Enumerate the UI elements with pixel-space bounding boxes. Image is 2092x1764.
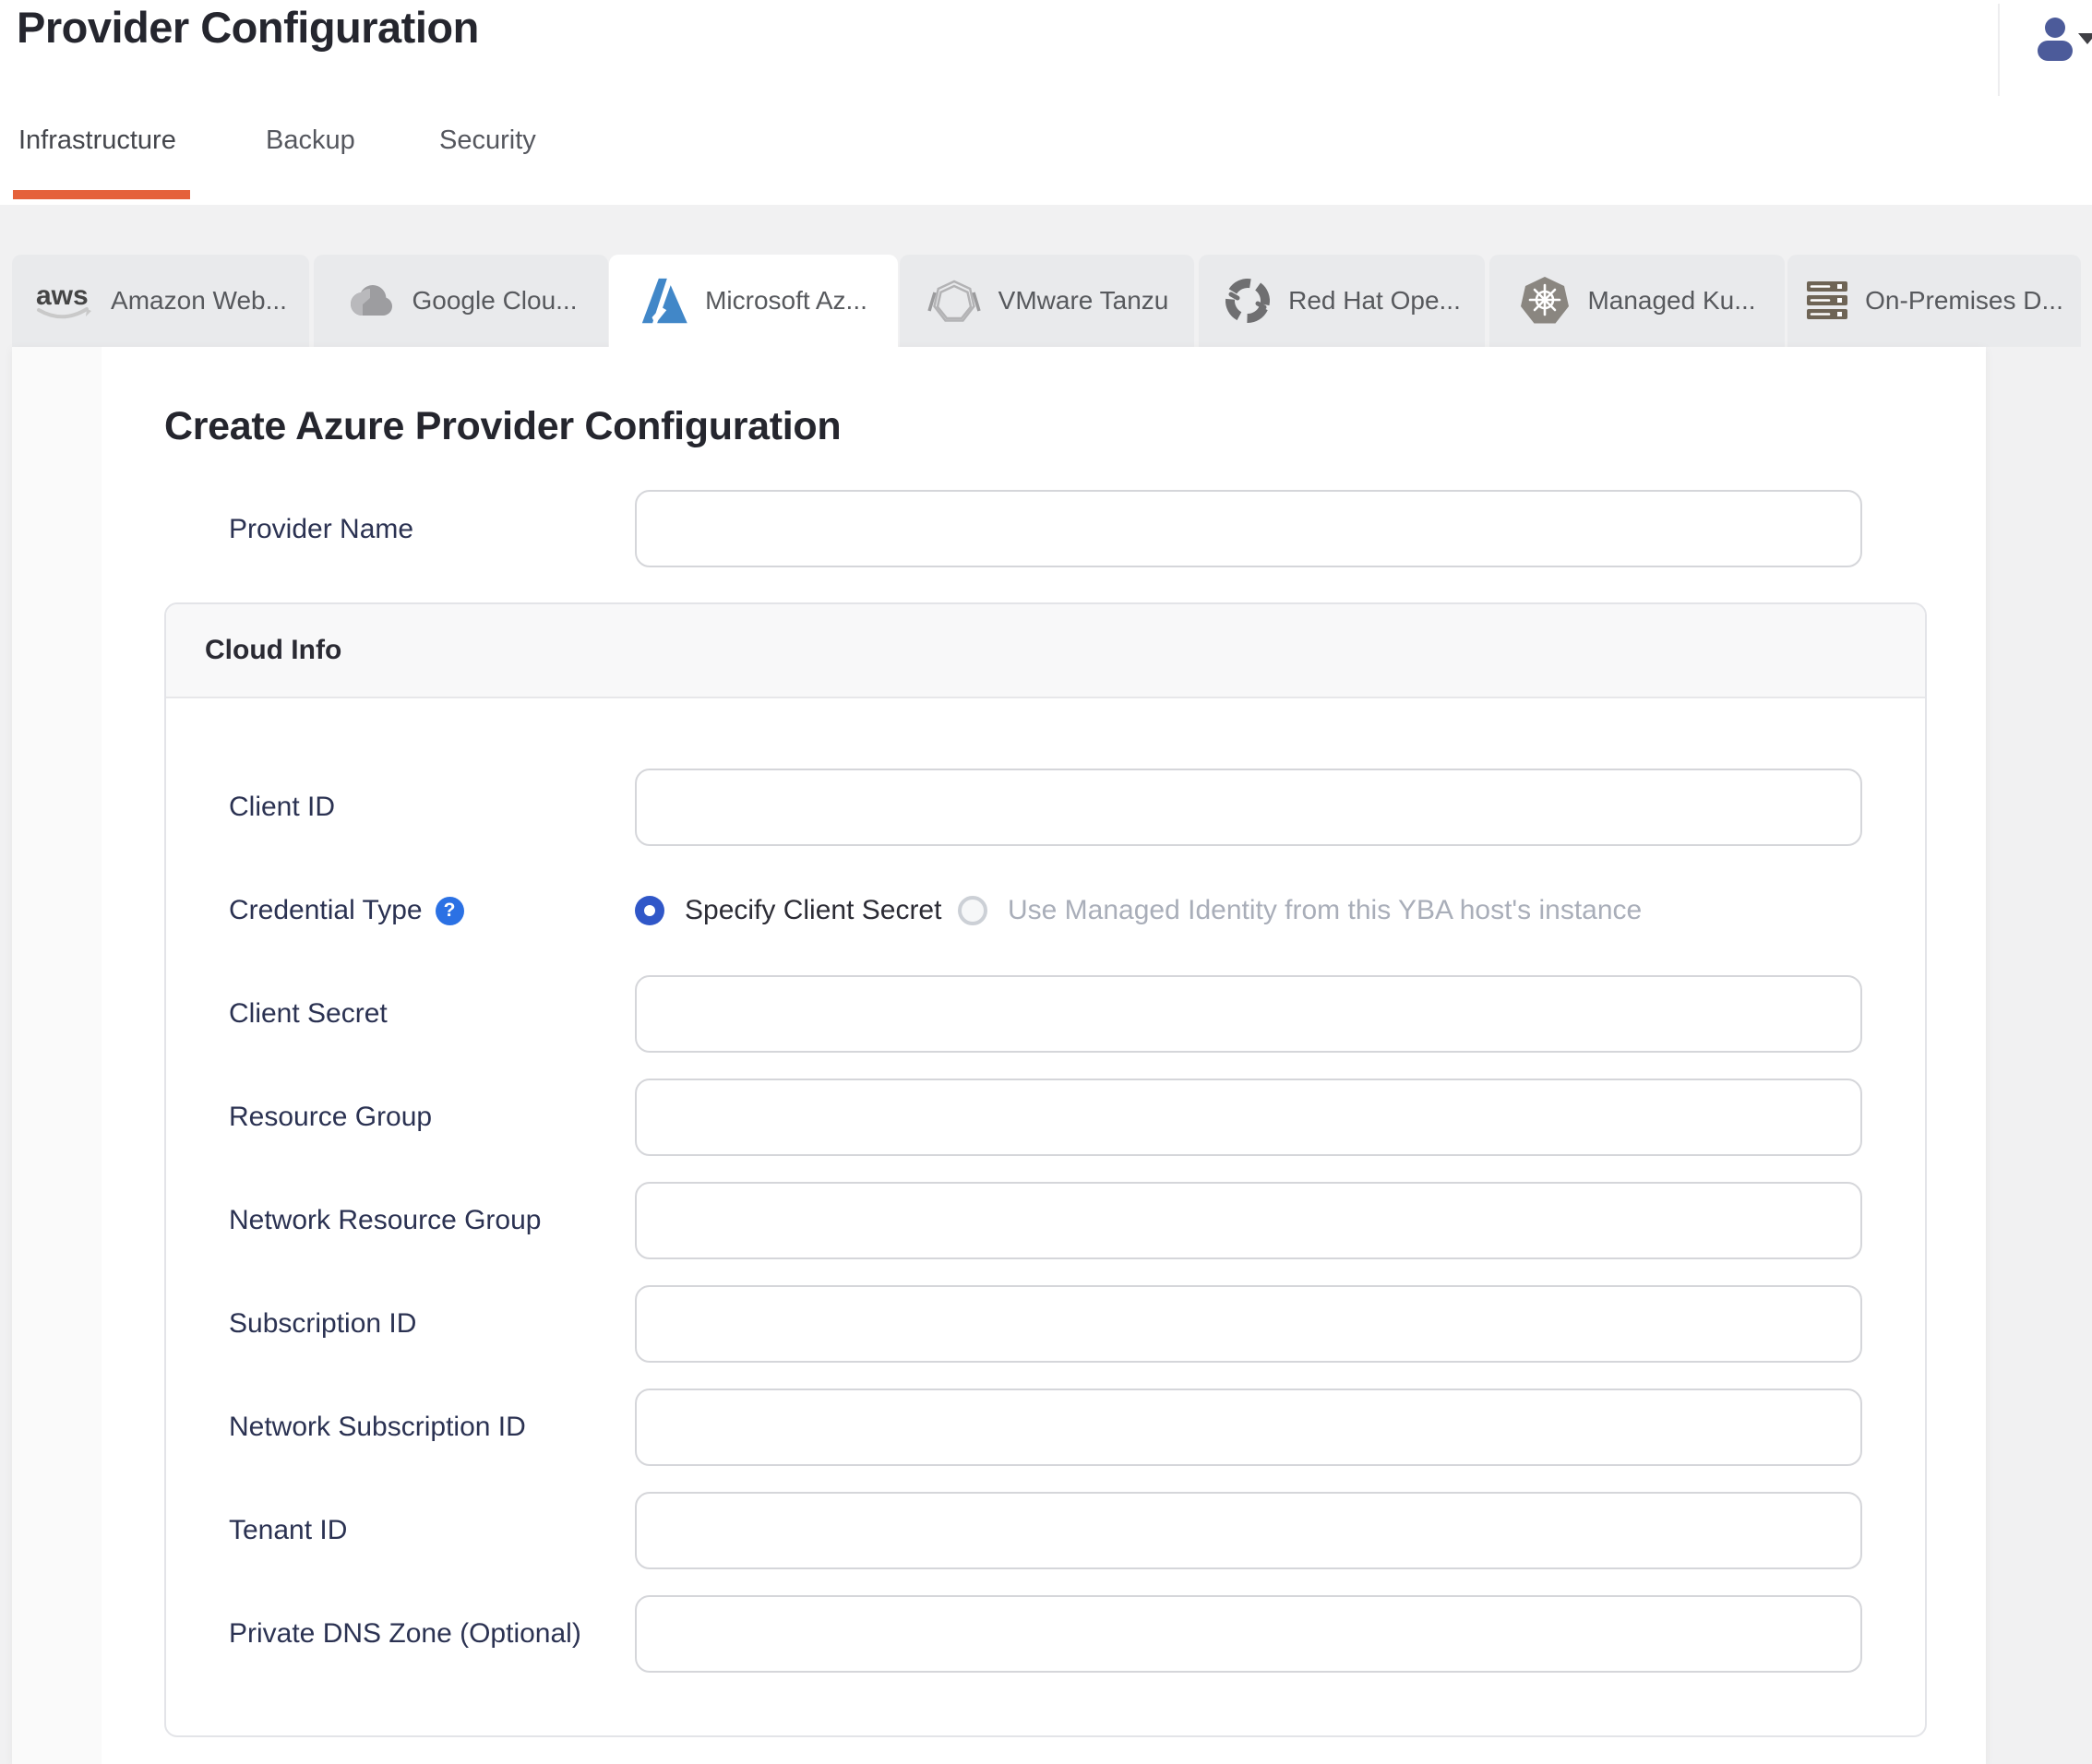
radio-label: Specify Client Secret — [685, 895, 942, 925]
aws-icon: aws — [36, 280, 92, 319]
provider-tab-on-premises[interactable]: On-Premises D... — [1787, 255, 2081, 347]
tab-backup[interactable]: Backup — [266, 125, 355, 156]
private-dns-zone-input[interactable] — [635, 1595, 1862, 1673]
subscription-id-label: Subscription ID — [229, 1308, 417, 1339]
provider-configuration-page: Provider Configuration Infrastructure Ba… — [0, 0, 2092, 1764]
provider-name-label: Provider Name — [229, 514, 414, 544]
subscription-id-input[interactable] — [635, 1285, 1862, 1363]
user-menu-caret-icon[interactable] — [2078, 33, 2092, 44]
provider-tab-redhat-openshift[interactable]: Red Hat Ope... — [1199, 255, 1485, 347]
radio-selected-icon[interactable] — [635, 896, 664, 925]
provider-tab-aws[interactable]: aws Amazon Web... — [12, 255, 309, 347]
private-dns-zone-label: Private DNS Zone (Optional) — [229, 1618, 581, 1649]
top-header: Provider Configuration Infrastructure Ba… — [0, 0, 2092, 205]
provider-tab-label: Google Clou... — [412, 286, 578, 315]
provider-tab-vmware-tanzu[interactable]: VMware Tanzu — [900, 255, 1194, 347]
provider-tab-label: Microsoft Az... — [705, 286, 867, 315]
on-premises-server-icon — [1807, 281, 1848, 319]
client-id-input[interactable] — [635, 769, 1862, 846]
provider-form-panel: Create Azure Provider Configuration Prov… — [12, 347, 1986, 1764]
azure-icon — [641, 278, 687, 325]
active-tab-indicator — [13, 190, 190, 199]
radio-unselected-icon[interactable] — [958, 896, 987, 925]
radio-use-managed-identity[interactable]: Use Managed Identity from this YBA host'… — [958, 872, 1642, 949]
client-id-label: Client ID — [229, 792, 336, 822]
resource-group-label: Resource Group — [229, 1102, 433, 1132]
network-resource-group-label: Network Resource Group — [229, 1205, 542, 1235]
kubernetes-icon — [1521, 277, 1570, 324]
provider-tab-gcp[interactable]: Google Clou... — [314, 255, 608, 347]
provider-tab-label: VMware Tanzu — [998, 286, 1169, 315]
svg-text:aws: aws — [36, 280, 89, 311]
help-icon[interactable]: ? — [435, 896, 464, 925]
credential-type-label: Credential Type ? — [229, 872, 626, 949]
vmware-tanzu-icon — [926, 280, 981, 322]
google-cloud-icon — [350, 285, 392, 316]
radio-specify-client-secret[interactable]: Specify Client Secret — [635, 872, 941, 949]
provider-tab-azure[interactable]: Microsoft Az... — [609, 255, 898, 347]
tab-security[interactable]: Security — [439, 125, 536, 156]
tenant-id-label: Tenant ID — [229, 1515, 348, 1545]
network-subscription-id-input[interactable] — [635, 1389, 1862, 1466]
provider-tab-label: Amazon Web... — [111, 286, 287, 315]
resource-group-input[interactable] — [635, 1079, 1862, 1156]
cloud-info-header: Cloud Info — [166, 604, 1925, 698]
provider-name-input[interactable] — [635, 490, 1862, 567]
cloud-info-title: Cloud Info — [205, 635, 342, 665]
panel-left-gutter — [12, 347, 102, 1764]
provider-tab-label: On-Premises D... — [1865, 286, 2063, 315]
tenant-id-input[interactable] — [635, 1492, 1862, 1569]
page-title: Provider Configuration — [17, 3, 479, 52]
client-secret-input[interactable] — [635, 975, 1862, 1053]
network-resource-group-input[interactable] — [635, 1182, 1862, 1259]
user-icon[interactable] — [2034, 17, 2076, 61]
header-divider — [1998, 4, 2000, 96]
radio-label: Use Managed Identity from this YBA host'… — [1008, 895, 1643, 925]
form-heading: Create Azure Provider Configuration — [164, 404, 842, 448]
client-secret-label: Client Secret — [229, 998, 388, 1029]
network-subscription-id-label: Network Subscription ID — [229, 1412, 526, 1442]
provider-tab-label: Red Hat Ope... — [1288, 286, 1461, 315]
provider-tab-label: Managed Ku... — [1587, 286, 1756, 315]
redhat-openshift-icon — [1225, 279, 1271, 323]
provider-tab-managed-kubernetes[interactable]: Managed Ku... — [1489, 255, 1785, 347]
tab-infrastructure[interactable]: Infrastructure — [18, 125, 176, 156]
